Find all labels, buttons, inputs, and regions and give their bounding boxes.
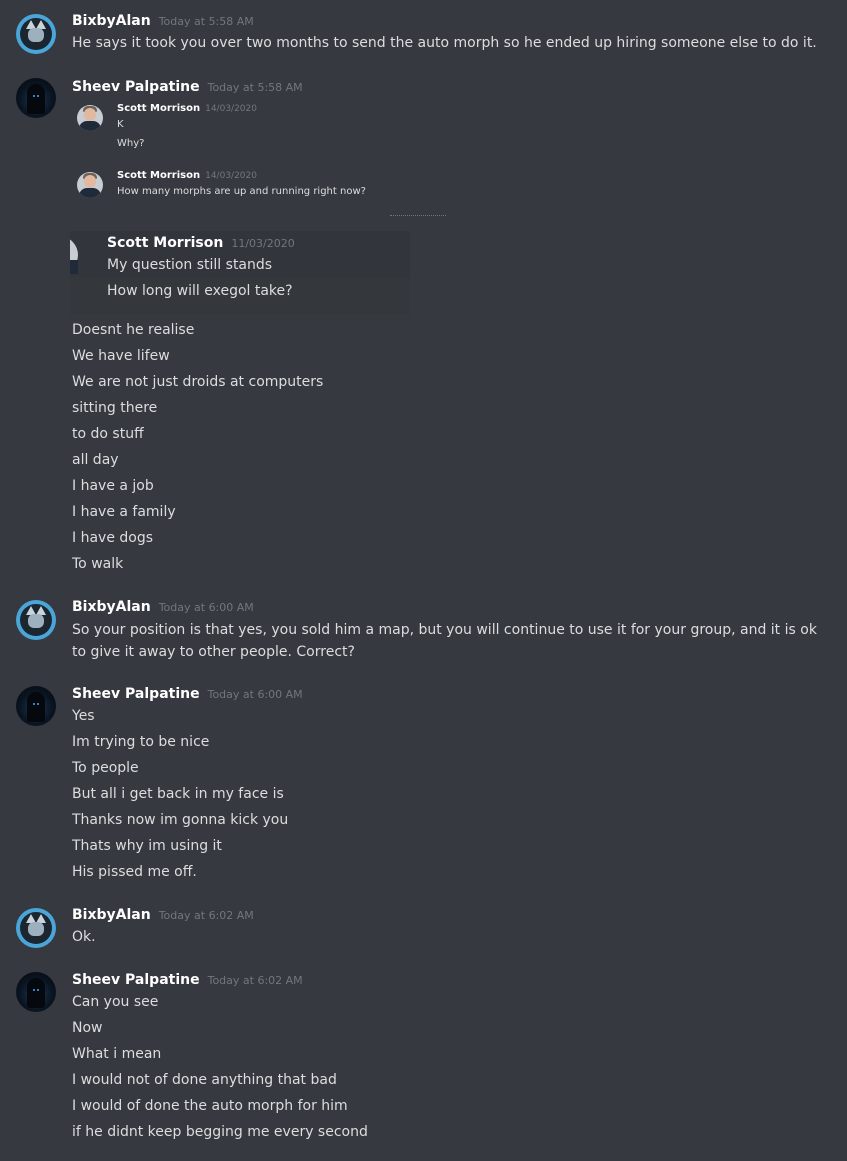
cat-avatar-icon[interactable] <box>16 600 56 640</box>
timestamp: Today at 5:58 AM <box>207 81 303 94</box>
message-text: Thanks now im gonna kick you <box>72 812 289 828</box>
embedded-message-text: K <box>117 119 124 130</box>
timestamp: Today at 6:02 AM <box>207 974 303 987</box>
cat-avatar-icon[interactable] <box>16 908 56 948</box>
message-text: He says it took you over two months to s… <box>72 35 817 51</box>
message-text: I have a family <box>72 504 176 520</box>
message-text: Now <box>72 1020 103 1036</box>
embedded-message-text: How many morphs are up and running right… <box>117 186 366 197</box>
hooded-figure-avatar-icon[interactable] <box>16 972 56 1012</box>
timestamp: Today at 6:02 AM <box>158 909 254 922</box>
message-text: if he didnt keep begging me every second <box>72 1124 368 1140</box>
message-text: Can you see <box>72 994 159 1010</box>
embedded-message-text: How long will exegol take? <box>107 283 293 299</box>
message-text: We are not just droids at computers <box>72 374 324 390</box>
person-avatar-icon <box>77 172 103 198</box>
message-text: I have a job <box>72 478 154 494</box>
embedded-username: Scott Morrison 11/03/2020 <box>107 235 295 251</box>
message-text: all day <box>72 452 119 468</box>
person-avatar-icon <box>70 236 78 276</box>
message-text: Yes <box>72 708 95 724</box>
embedded-username: Scott Morrison 14/03/2020 <box>117 170 257 181</box>
username[interactable]: Sheev Palpatine Today at 6:00 AM <box>72 686 303 702</box>
username[interactable]: BixbyAlan Today at 6:00 AM <box>72 599 254 615</box>
divider <box>390 215 446 219</box>
message-text: But all i get back in my face is <box>72 786 284 802</box>
message-text: Im trying to be nice <box>72 734 210 750</box>
message-text: His pissed me off. <box>72 864 197 880</box>
timestamp: Today at 6:00 AM <box>158 601 254 614</box>
message-text: So your position is that yes, you sold h… <box>72 622 817 660</box>
message-text: Thats why im using it <box>72 838 222 854</box>
message-text: What i mean <box>72 1046 162 1062</box>
message-text: We have lifew <box>72 348 170 364</box>
message-text: To walk <box>72 556 124 572</box>
message-text: Doesnt he realise <box>72 322 195 338</box>
embedded-message-text: Why? <box>117 138 145 149</box>
embedded-screenshot[interactable]: Scott Morrison 14/03/2020 K Why? Scott Mo… <box>70 98 475 220</box>
message-text: Ok. <box>72 929 96 945</box>
message-text: I would not of done anything that bad <box>72 1072 337 1088</box>
cat-avatar-icon[interactable] <box>16 14 56 54</box>
hooded-figure-avatar-icon[interactable] <box>16 78 56 118</box>
message-text: I would of done the auto morph for him <box>72 1098 348 1114</box>
timestamp: Today at 5:58 AM <box>158 15 254 28</box>
username[interactable]: BixbyAlan Today at 5:58 AM <box>72 13 254 29</box>
embedded-screenshot[interactable]: Scott Morrison 11/03/2020 My question sti… <box>70 231 410 315</box>
person-avatar-icon <box>77 105 103 131</box>
timestamp: Today at 6:00 AM <box>207 688 303 701</box>
embedded-message-text: My question still stands <box>107 257 273 273</box>
hooded-figure-avatar-icon[interactable] <box>16 686 56 726</box>
username[interactable]: Sheev Palpatine Today at 6:02 AM <box>72 972 303 988</box>
username[interactable]: Sheev Palpatine Today at 5:58 AM <box>72 79 303 95</box>
message-text: I have dogs <box>72 530 154 546</box>
message-text: sitting there <box>72 400 158 416</box>
username[interactable]: BixbyAlan Today at 6:02 AM <box>72 907 254 923</box>
message-text: To people <box>72 760 139 776</box>
embedded-username: Scott Morrison 14/03/2020 <box>117 103 257 114</box>
message-text: to do stuff <box>72 426 144 442</box>
